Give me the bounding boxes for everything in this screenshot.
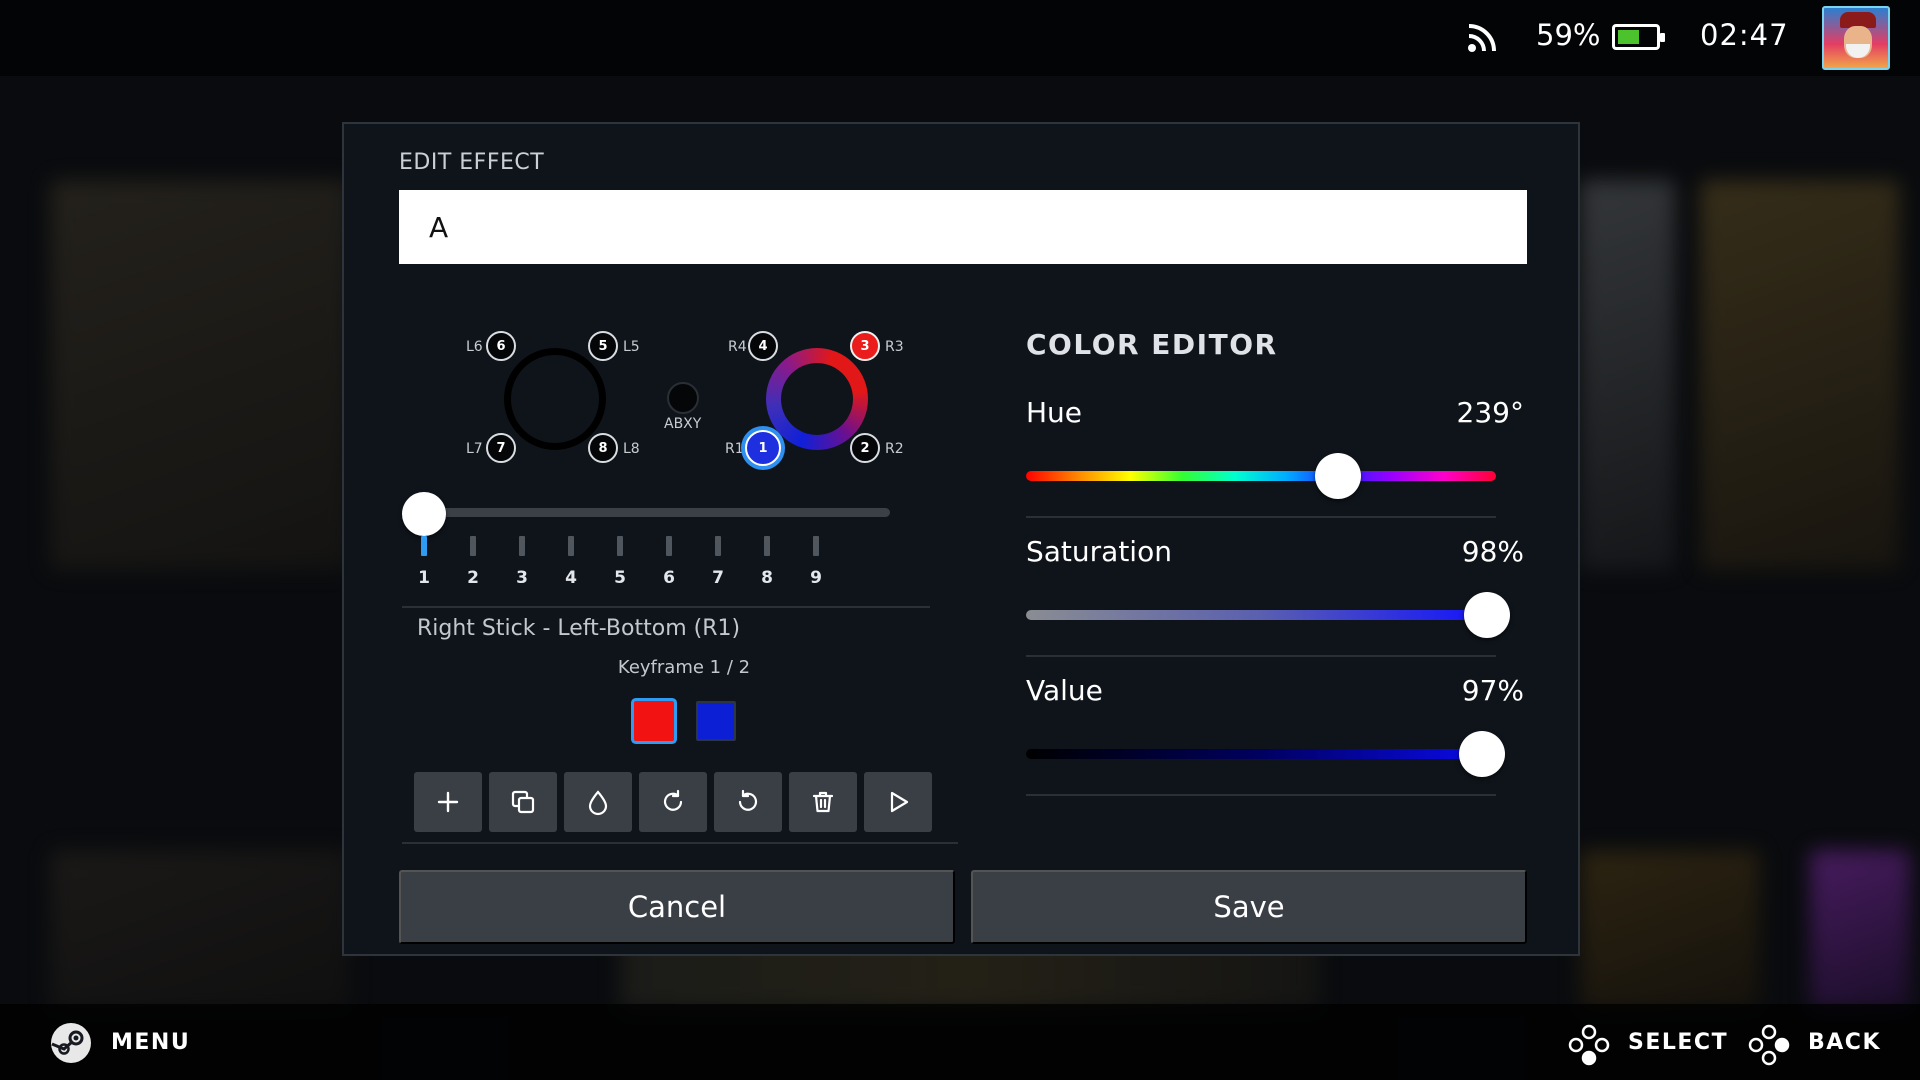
value-slider-knob[interactable] [1458,731,1505,777]
saturation-slider-knob[interactable] [1463,592,1510,638]
divider [1026,516,1496,518]
keyframe-tick[interactable] [715,536,721,556]
divider [1026,655,1496,657]
effect-name-input[interactable] [399,190,1527,264]
back-hint[interactable]: BACK [1808,1030,1881,1055]
led-l5[interactable]: 5 [588,331,618,361]
save-button[interactable]: Save [971,870,1527,944]
keyframe-tick-label: 4 [565,568,577,588]
status-bar: 59% 02:47 [0,0,1920,76]
menu-hint[interactable]: MENU [111,1030,190,1055]
abxy-led[interactable] [667,382,699,414]
led-tag-r2: R2 [885,441,904,457]
keyframe-tick[interactable] [764,536,770,556]
abxy-label: ABXY [664,416,702,432]
led-l8[interactable]: 8 [588,433,618,463]
rotate-cw-icon [663,789,683,811]
duplicate-keyframe-button[interactable] [489,772,557,832]
led-r4[interactable]: 4 [748,331,778,361]
duplicate-icon [511,790,535,814]
avatar[interactable] [1822,6,1890,70]
led-l7[interactable]: 7 [486,433,516,463]
keyframe-tick-label: 5 [614,568,626,588]
keyframe-tick-label: 2 [467,568,479,588]
hints-bar: MENU SELECT BACK [0,1004,1920,1080]
led-tag-l7: L7 [466,441,483,457]
divider [402,606,930,608]
trash-icon [812,791,834,813]
play-icon [890,791,909,813]
delete-keyframe-button[interactable] [789,772,857,832]
keyframe-tick-label: 9 [810,568,822,588]
led-tag-l5: L5 [623,339,640,355]
hue-slider-track[interactable] [1026,471,1496,481]
led-tag-l8: L8 [623,441,640,457]
select-hint[interactable]: SELECT [1628,1030,1728,1055]
hue-slider-knob[interactable] [1315,453,1362,499]
hue-label: Hue [1026,396,1083,429]
value-slider-track[interactable] [1026,749,1496,759]
rotate-ccw-icon [738,789,758,811]
selected-led-label: Right Stick - Left-Bottom (R1) [417,616,741,641]
led-l6[interactable]: 6 [486,331,516,361]
keyframe-tick-label: 3 [516,568,528,588]
battery-percent: 59% [1536,18,1601,52]
keyframe-tick[interactable] [666,536,672,556]
dpad-select-icon [1568,1024,1610,1066]
led-r2[interactable]: 2 [850,433,880,463]
rotate-clockwise-button[interactable] [639,772,707,832]
dpad-back-icon [1748,1024,1790,1066]
keyframe-tick[interactable] [568,536,574,556]
divider [402,842,958,844]
led-r3[interactable]: 3 [850,331,880,361]
keyframe-tick-label: 7 [712,568,724,588]
saturation-value: 98% [1461,535,1524,568]
edit-effect-dialog: EDIT EFFECT L6 6 5 L5 L7 7 8 L8 ABXY R4 … [342,122,1580,956]
rss-icon [1468,24,1496,52]
value-value: 97% [1461,674,1524,707]
rotate-counterclockwise-button[interactable] [714,772,782,832]
plus-icon [437,791,459,813]
value-label: Value [1026,674,1103,707]
keyframe-slider-track[interactable] [424,508,890,517]
add-keyframe-button[interactable] [414,772,482,832]
keyframe-tick[interactable] [617,536,623,556]
led-tag-r4: R4 [728,339,747,355]
keyframe-color-2[interactable] [696,701,736,741]
color-editor-title: COLOR EDITOR [1026,328,1278,361]
keyframe-tick[interactable] [421,536,427,556]
battery-fill [1618,30,1639,44]
keyframe-tick[interactable] [813,536,819,556]
dialog-title: EDIT EFFECT [399,150,545,175]
led-tag-r3: R3 [885,339,904,355]
keyframe-tick[interactable] [470,536,476,556]
keyframe-slider-knob[interactable] [402,492,446,536]
hue-value: 239° [1456,396,1524,429]
cancel-button[interactable]: Cancel [399,870,955,944]
play-effect-button[interactable] [864,772,932,832]
left-stick-ring [504,348,606,450]
led-tag-r1: R1 [725,441,744,457]
led-r1[interactable]: 1 [745,430,781,466]
keyframe-tick-label: 6 [663,568,675,588]
saturation-slider-track[interactable] [1026,610,1496,620]
steam-icon [51,1023,91,1063]
battery-icon [1612,24,1665,50]
droplet-icon [588,790,608,816]
clock: 02:47 [1700,18,1789,52]
saturation-label: Saturation [1026,535,1172,568]
divider [1026,794,1496,796]
keyframe-color-1[interactable] [634,701,674,741]
led-tag-l6: L6 [466,339,483,355]
keyframe-tick-label: 8 [761,568,773,588]
fill-color-button[interactable] [564,772,632,832]
keyframe-tick[interactable] [519,536,525,556]
keyframe-tick-label: 1 [418,568,430,588]
keyframe-counter: Keyframe 1 / 2 [617,657,751,678]
